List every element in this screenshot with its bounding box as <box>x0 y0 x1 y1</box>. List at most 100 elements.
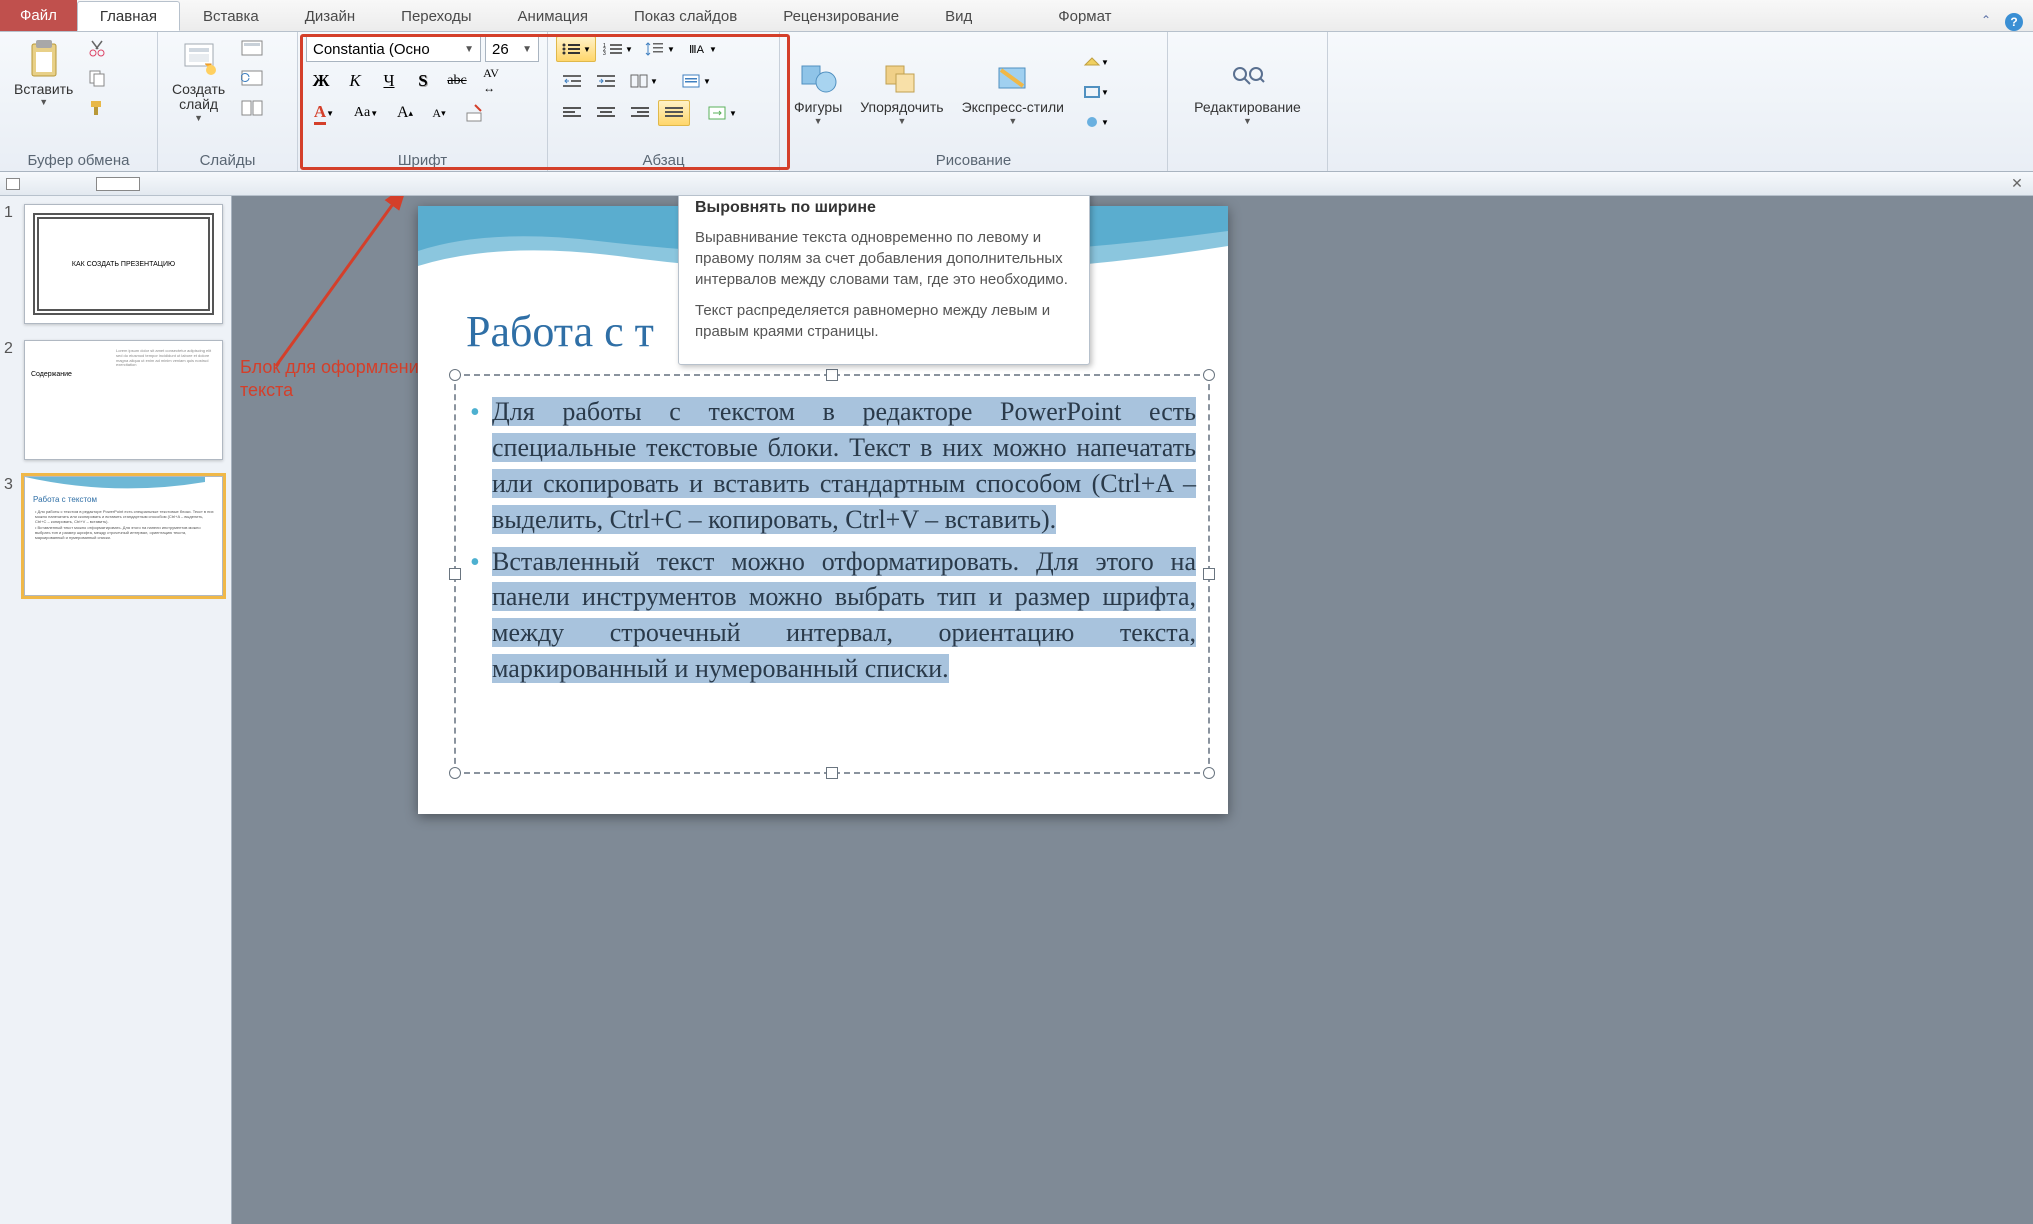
tab-file[interactable]: Файл <box>0 0 77 31</box>
align-left-button[interactable] <box>556 100 588 126</box>
align-center-button[interactable] <box>590 100 622 126</box>
chevron-down-icon: ▼ <box>1243 116 1252 126</box>
resize-handle[interactable] <box>1203 767 1215 779</box>
section-button[interactable] <box>237 96 267 120</box>
justify-button[interactable] <box>658 100 690 126</box>
cut-button[interactable] <box>85 36 109 60</box>
resize-handle[interactable] <box>826 767 838 779</box>
chevron-down-icon: ▼ <box>897 116 906 126</box>
tab-transitions[interactable]: Переходы <box>378 1 494 31</box>
thumb-preview: КАК СОЗДАТЬ ПРЕЗЕНТАЦИЮ <box>24 204 223 324</box>
tab-design[interactable]: Дизайн <box>282 1 378 31</box>
bullets-button[interactable]: ▼ <box>556 36 596 62</box>
resize-handle[interactable] <box>1203 369 1215 381</box>
quick-styles-button[interactable]: Экспресс-стили ▼ <box>956 54 1070 129</box>
editing-label: Редактирование <box>1194 100 1301 115</box>
shapes-button[interactable]: Фигуры ▼ <box>788 54 848 129</box>
new-slide-label: Создать слайд <box>172 82 225 113</box>
arrange-button[interactable]: Упорядочить ▼ <box>854 54 949 129</box>
thumbnail-panel: 1 КАК СОЗДАТЬ ПРЕЗЕНТАЦИЮ 2 Содержание L… <box>0 196 232 1224</box>
group-font: Constantia (Осно ▼ 26 ▼ Ж К Ч S abc AV↔ <box>298 32 548 171</box>
text-direction-button[interactable]: ⅢA▼ <box>682 36 722 62</box>
textbox[interactable]: Для работы с текстом в редакторе PowerPo… <box>454 374 1210 774</box>
tab-animation[interactable]: Анимация <box>495 1 611 31</box>
tab-slideshow[interactable]: Показ слайдов <box>611 1 760 31</box>
quick-styles-label: Экспресс-стили <box>962 100 1064 115</box>
shrink-font-button[interactable]: A▾ <box>424 100 454 126</box>
group-clipboard-label: Буфер обмена <box>8 148 149 169</box>
copy-button[interactable] <box>85 66 109 90</box>
strikethrough-button[interactable]: abc <box>442 68 472 94</box>
minimize-ribbon-icon[interactable]: ⌃ <box>1981 13 1999 31</box>
thumbnail-2[interactable]: 2 Содержание Lorem ipsum dolor sit amet … <box>0 332 231 468</box>
thumb-number: 1 <box>4 204 18 324</box>
help-icon[interactable]: ? <box>2005 13 2023 31</box>
chevron-down-icon: ▼ <box>194 113 203 123</box>
resize-handle[interactable] <box>449 767 461 779</box>
convert-smartart-button[interactable]: ▼ <box>702 100 742 126</box>
increase-indent-button[interactable] <box>590 68 622 94</box>
editing-button[interactable]: Редактирование ▼ <box>1188 54 1307 129</box>
slide-canvas[interactable]: Блок для оформления текста Работа с т Дл… <box>232 196 2033 1224</box>
thumbnail-1[interactable]: 1 КАК СОЗДАТЬ ПРЕЗЕНТАЦИЮ <box>0 196 231 332</box>
align-text-button[interactable]: ▼ <box>676 68 716 94</box>
group-clipboard: Вставить ▼ Буфер обмена <box>0 32 158 171</box>
group-paragraph-label: Абзац <box>556 148 771 169</box>
decrease-indent-button[interactable] <box>556 68 588 94</box>
find-icon <box>1228 58 1268 98</box>
thumbnail-3[interactable]: 3 Работа с текстом • Для работы с тексто… <box>0 468 231 604</box>
char-spacing-button[interactable]: AV↔ <box>476 68 506 94</box>
slide-title[interactable]: Работа с т <box>466 306 654 357</box>
thumbnails-header: ✕ <box>0 172 2033 196</box>
resize-handle[interactable] <box>449 568 461 580</box>
chevron-down-icon: ▼ <box>814 116 823 126</box>
work-area: 1 КАК СОЗДАТЬ ПРЕЗЕНТАЦИЮ 2 Содержание L… <box>0 196 2033 1224</box>
bold-button[interactable]: Ж <box>306 68 336 94</box>
tab-view[interactable]: Вид <box>922 1 995 31</box>
reset-button[interactable] <box>237 66 267 90</box>
arrange-icon <box>882 58 922 98</box>
clear-formatting-button[interactable] <box>458 100 494 126</box>
tab-format[interactable]: Формат <box>1035 1 1134 31</box>
paste-button[interactable]: Вставить ▼ <box>8 36 79 111</box>
outline-tab-icon[interactable] <box>6 178 20 190</box>
tab-review[interactable]: Рецензирование <box>760 1 922 31</box>
close-pane-button[interactable]: ✕ <box>2007 175 2027 193</box>
numbering-button[interactable]: 123▼ <box>598 36 638 62</box>
chevron-down-icon: ▼ <box>39 97 48 107</box>
new-slide-icon <box>179 40 219 80</box>
shadow-button[interactable]: S <box>408 68 438 94</box>
format-painter-button[interactable] <box>85 96 109 120</box>
font-size-combo[interactable]: 26 ▼ <box>485 36 539 62</box>
textbox-content[interactable]: Для работы с текстом в редакторе PowerPo… <box>456 376 1208 705</box>
font-name-combo[interactable]: Constantia (Осно ▼ <box>306 36 481 62</box>
slides-tab-icon[interactable] <box>96 177 140 191</box>
shape-fill-button[interactable]: ▼ <box>1076 50 1116 74</box>
layout-button[interactable] <box>237 36 267 60</box>
resize-handle[interactable] <box>1203 568 1215 580</box>
resize-handle[interactable] <box>826 369 838 381</box>
font-color-button[interactable]: A▼ <box>306 100 342 126</box>
tab-insert[interactable]: Вставка <box>180 1 282 31</box>
line-spacing-button[interactable]: ▼ <box>640 36 680 62</box>
align-right-button[interactable] <box>624 100 656 126</box>
resize-handle[interactable] <box>449 369 461 381</box>
shape-outline-button[interactable]: ▼ <box>1076 80 1116 104</box>
italic-button[interactable]: К <box>340 68 370 94</box>
new-slide-button[interactable]: Создать слайд ▼ <box>166 36 231 127</box>
shape-effects-button[interactable]: ▼ <box>1076 110 1116 134</box>
paragraph-2: Вставленный текст можно отформатировать.… <box>492 547 1196 684</box>
change-case-button[interactable]: Aa▼ <box>346 100 386 126</box>
chevron-down-icon: ▼ <box>1008 116 1017 126</box>
group-drawing: Фигуры ▼ Упорядочить ▼ Экспресс-стили ▼ … <box>780 32 1168 171</box>
group-font-label: Шрифт <box>306 148 539 169</box>
tab-home[interactable]: Главная <box>77 1 180 31</box>
columns-button[interactable]: ▼ <box>624 68 664 94</box>
ribbon: Вставить ▼ Буфер обмена Создать слайд ▼ <box>0 32 2033 172</box>
shapes-icon <box>798 58 838 98</box>
group-editing: Редактирование ▼ <box>1168 32 1328 171</box>
grow-font-button[interactable]: A▴ <box>390 100 420 126</box>
group-drawing-label: Рисование <box>788 148 1159 169</box>
group-paragraph: ▼ 123▼ ▼ ⅢA▼ ▼ ▼ <box>548 32 780 171</box>
underline-button[interactable]: Ч <box>374 68 404 94</box>
